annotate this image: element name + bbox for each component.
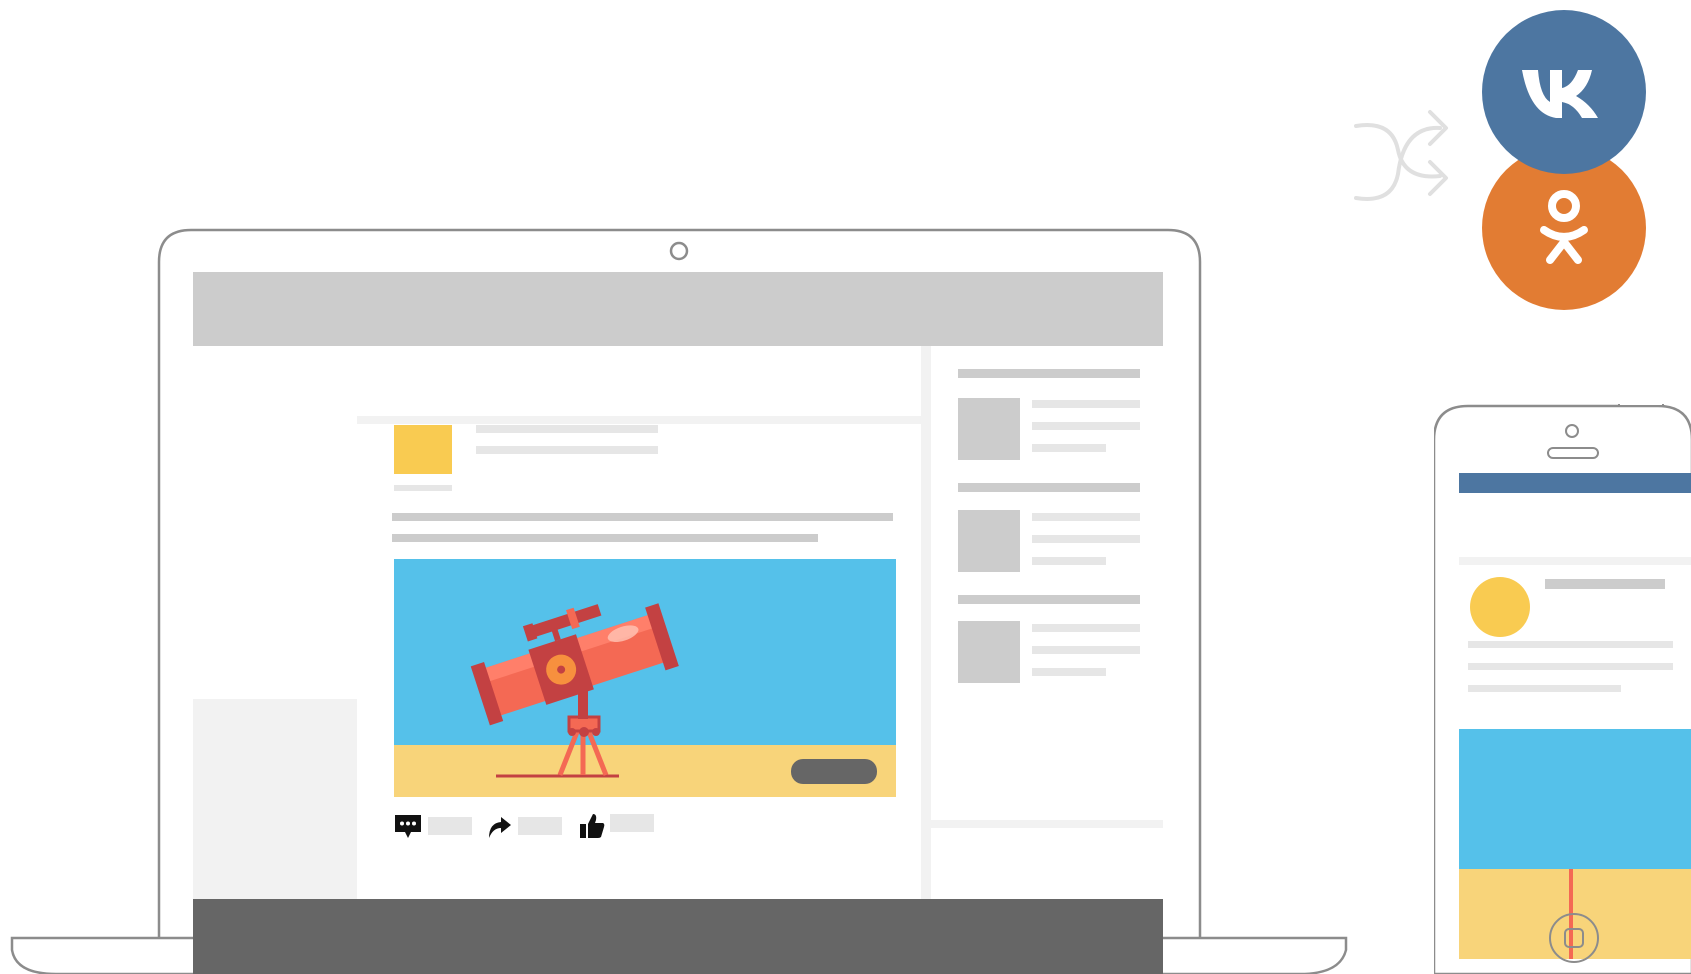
right-sidebar xyxy=(958,368,1140,688)
sidebar-line xyxy=(1032,535,1140,543)
screen-bottom-bar xyxy=(193,899,1163,974)
feed-divider-vertical xyxy=(921,346,931,899)
phone-avatar[interactable] xyxy=(1470,577,1530,637)
like-button[interactable] xyxy=(578,812,658,840)
share-button[interactable] xyxy=(486,814,566,840)
post-avatar[interactable] xyxy=(394,425,452,474)
left-sidebar-block xyxy=(193,699,357,899)
post-text-line-2 xyxy=(392,534,818,542)
post-avatar-caption xyxy=(394,485,452,491)
image-button-placeholder xyxy=(791,759,877,784)
share-icon xyxy=(489,817,511,838)
odnoklassniki-logo-icon xyxy=(1540,190,1588,264)
sidebar-line xyxy=(1032,646,1140,654)
like-count-placeholder xyxy=(610,814,654,832)
phone-illustration xyxy=(1434,404,1691,974)
comment-icon xyxy=(395,815,421,838)
sidebar-line xyxy=(1032,400,1140,408)
share-count-placeholder xyxy=(518,817,562,835)
sidebar-thumb-3[interactable] xyxy=(958,621,1020,683)
sidebar-line xyxy=(1032,557,1106,565)
phone-author-line xyxy=(1545,579,1665,589)
sidebar-heading-1 xyxy=(958,369,1140,378)
phone-text-line xyxy=(1468,641,1673,648)
phone-divider xyxy=(1459,557,1691,565)
phone-home-button[interactable] xyxy=(1548,912,1600,964)
laptop-camera xyxy=(669,241,689,261)
phone-text-line xyxy=(1468,663,1673,670)
comment-count-placeholder xyxy=(428,817,472,835)
sidebar-line xyxy=(1032,444,1106,452)
post-card xyxy=(392,418,896,838)
sidebar-thumb-2[interactable] xyxy=(958,510,1020,572)
screen-header-bar xyxy=(193,272,1163,346)
sidebar-heading-2 xyxy=(958,483,1140,492)
vk-logo-icon xyxy=(1522,70,1598,118)
phone-screen xyxy=(1459,473,1691,959)
sidebar-line xyxy=(1032,624,1140,632)
shuffle-arrows-icon xyxy=(1354,110,1448,201)
phone-image-sky xyxy=(1459,729,1691,869)
phone-header-bar xyxy=(1459,473,1691,493)
sidebar-line xyxy=(1032,668,1106,676)
sidebar-heading-3 xyxy=(958,595,1140,604)
post-author-line xyxy=(476,425,658,433)
sidebar-thumb-1[interactable] xyxy=(958,398,1020,460)
thumbs-up-icon xyxy=(580,814,605,838)
right-sidebar-bottom-line xyxy=(931,820,1163,828)
post-date-line xyxy=(476,446,658,454)
sidebar-line xyxy=(1032,513,1140,521)
phone-text-line xyxy=(1468,685,1621,692)
post-text-line-1 xyxy=(392,513,893,521)
sidebar-line xyxy=(1032,422,1140,430)
vk-social-button[interactable] xyxy=(1482,10,1646,174)
post-image-telescope[interactable] xyxy=(394,559,896,797)
comment-button[interactable] xyxy=(394,814,474,840)
